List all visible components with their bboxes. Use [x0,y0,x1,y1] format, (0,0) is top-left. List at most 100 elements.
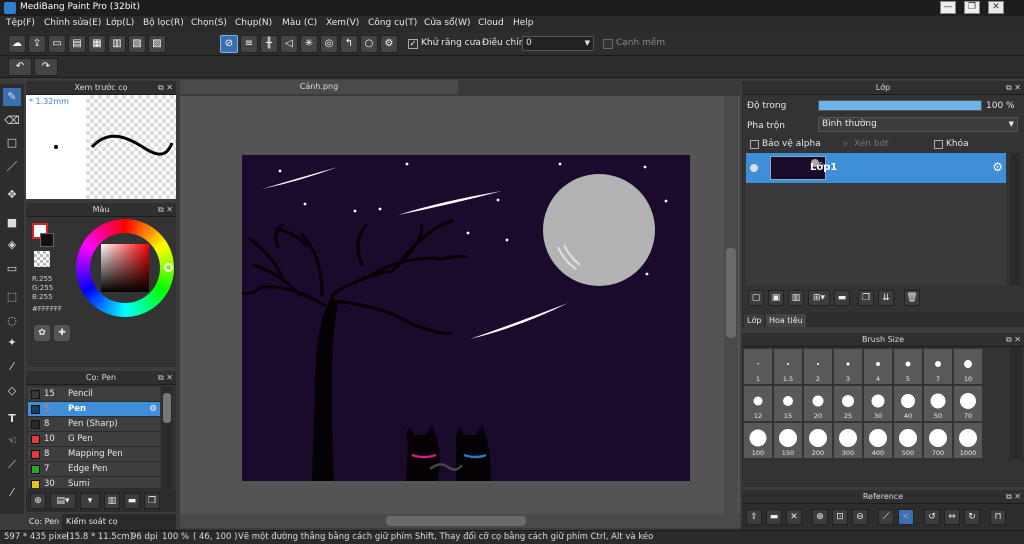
minimize-button[interactable]: — [940,1,956,14]
brush-size-option[interactable]: 10 [954,349,982,384]
menu-snap[interactable]: Chụp(N) [235,18,272,28]
new-8bit-layer-icon[interactable]: ▥ [788,290,804,306]
brush-menu-icon[interactable]: ▤▾ [50,493,76,509]
folder-icon[interactable]: ▬ [766,509,782,525]
undo-icon[interactable]: ↶ [8,58,32,76]
curve-snap-icon[interactable]: ↰ [340,35,358,53]
redo-icon[interactable]: ↷ [34,58,58,76]
close-button[interactable]: ✕ [988,1,1004,14]
document-icon[interactable]: ▦ [88,35,106,53]
lock-icon[interactable]: ⊓ [990,509,1006,525]
rotate-left-icon[interactable]: ↺ [924,509,940,525]
flip-icon[interactable]: ⇔ [944,509,960,525]
brush-size-option[interactable]: 1 [744,349,772,384]
brush-item-selected[interactable]: 5 Pen ⚙ [28,402,160,417]
brush-size-option[interactable]: 150 [774,423,802,458]
snap-settings-icon[interactable]: ⚙ [380,35,398,53]
close-icon[interactable]: ⧉ ✕ [1006,333,1021,346]
new-layer-icon[interactable]: ▢ [748,290,764,306]
menu-help[interactable]: Help [513,18,534,28]
color-wheel[interactable] [76,219,174,317]
protect-alpha-checkbox[interactable] [750,140,759,149]
antialias-checkbox[interactable]: ✓ [408,39,418,49]
close-icon[interactable]: ⧉ ✕ [158,81,173,94]
cloud-icon[interactable]: ☁ [8,35,26,53]
brush-item[interactable]: 15 Pencil [28,387,160,402]
merge-layer-icon[interactable]: ⇊ [878,290,894,306]
brush-size-option[interactable]: 5 [894,349,922,384]
menu-filter[interactable]: Bộ lọc(R) [143,18,184,28]
gear-icon[interactable]: ⚙ [149,402,157,416]
tab-brush-control[interactable]: Kiểm soát cọ [66,514,118,530]
brush-size-option[interactable]: 200 [804,423,832,458]
comment-icon[interactable]: ▭ [48,35,66,53]
canvas-vertical-scrollbar[interactable] [724,96,738,514]
vanishing-point-icon[interactable]: ◁ [280,35,298,53]
menu-file[interactable]: Tệp(F) [6,18,35,28]
hue-marker[interactable] [164,263,173,272]
menu-layer[interactable]: Lớp(L) [106,18,134,28]
brush-size-option[interactable]: 30 [864,386,892,421]
line-tool-icon[interactable]: ／ [3,158,21,176]
palette-add-icon[interactable]: ✚ [54,325,70,341]
zoom-out-icon[interactable]: ⊖ [852,509,868,525]
menu-edit[interactable]: Chỉnh sửa(E) [44,18,101,28]
maximize-button[interactable]: ❐ [964,1,980,14]
brush-size-option[interactable]: 12 [744,386,772,421]
brush-size-option[interactable]: 400 [864,423,892,458]
close-icon[interactable]: ⧉ ✕ [158,371,173,384]
radial-snap-icon[interactable]: ✳ [300,35,318,53]
zoom-in-icon[interactable]: ⊕ [812,509,828,525]
duplicate-layer-icon[interactable]: ❐ [858,290,874,306]
brush-size-option[interactable]: 1000 [954,423,982,458]
background-color-swatch[interactable] [40,233,54,247]
eyedropper-tool-icon[interactable]: ⟋ [3,456,21,474]
menu-view[interactable]: Xem(V) [326,18,359,28]
new-halftone-layer-icon[interactable]: ▣ [768,290,784,306]
brush-item[interactable]: 7 Edge Pen [28,462,160,477]
tab-navigator[interactable]: Hoa tiêu [766,314,806,327]
brush-add-icon[interactable]: ⊕ [30,493,46,509]
brush-size-option[interactable]: 40 [894,386,922,421]
brush-list-icon[interactable]: ▾ [80,493,100,509]
ellipse-snap-icon[interactable]: ○ [360,35,378,53]
lock-checkbox[interactable] [934,140,943,149]
select-pen-icon[interactable]: ⁄ [3,358,21,376]
layer-list-scrollbar[interactable] [1010,153,1020,285]
parallel-snap-icon[interactable]: ≡ [240,35,258,53]
eraser-tool-icon[interactable]: ⌫ [3,112,21,130]
layer-add-menu-icon[interactable]: ⊞▾ [808,290,830,306]
brush-item[interactable]: 8 Pen (Sharp) [28,417,160,432]
menu-cloud[interactable]: Cloud [478,18,504,28]
brush-size-option[interactable]: 500 [894,423,922,458]
brush-size-option[interactable]: 1.5 [774,349,802,384]
brush-size-option[interactable]: 15 [774,386,802,421]
saturation-square[interactable] [101,244,149,292]
close-icon[interactable]: ⧉ ✕ [158,203,173,216]
brush-size-option[interactable]: 2 [804,349,832,384]
select-rect-icon[interactable]: ⬚ [3,288,21,306]
brush-item[interactable]: 8 Mapping Pen [28,447,160,462]
brush-size-scrollbar[interactable] [1010,347,1022,459]
chat-icon[interactable]: ▤ [68,35,86,53]
menu-tools[interactable]: Công cụ(T) [368,18,417,28]
brush-size-option[interactable]: 20 [804,386,832,421]
brush-item[interactable]: 30 Sumi [28,477,160,489]
gear-icon[interactable]: ⚙ [992,160,1003,174]
grid-list-icon[interactable]: ▧ [128,35,146,53]
opacity-slider[interactable] [818,100,982,111]
menu-select[interactable]: Chọn(S) [191,18,227,28]
rect-tool-icon[interactable]: □ [3,134,21,152]
ref-upload-icon[interactable]: ⇪ [746,509,762,525]
fill-rect-icon[interactable]: ■ [3,214,21,232]
select-eraser-icon[interactable]: ◇ [3,382,21,400]
tab-layer[interactable]: Lớp [744,314,765,327]
brush-size-option[interactable]: 50 [924,386,952,421]
visibility-eye-icon[interactable] [750,164,758,172]
brush-size-option[interactable]: 7 [924,349,952,384]
brush-item[interactable]: 10 G Pen [28,432,160,447]
hand-tool-icon[interactable]: ☜ [3,432,21,450]
brush-doc-icon[interactable]: ▥ [104,493,120,509]
transparent-swatch[interactable] [34,251,50,267]
scissors-tool-icon[interactable]: ⁄ [3,484,21,502]
